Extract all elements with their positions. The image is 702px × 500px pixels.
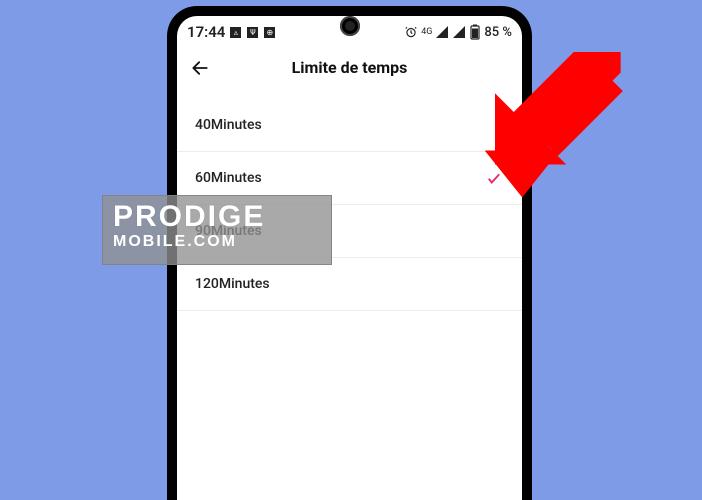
- back-arrow-icon: [190, 58, 210, 78]
- watermark-line2: MOBILE.COM: [113, 234, 321, 250]
- watermark: PRODIGE MOBILE.COM: [102, 195, 332, 265]
- option-40-minutes[interactable]: 40Minutes: [177, 99, 522, 152]
- option-label: 40Minutes: [195, 117, 262, 133]
- status-icon-usb: [247, 27, 258, 38]
- status-icon-app: [264, 27, 275, 38]
- stage: 17:44 4G: [0, 0, 702, 500]
- camera-hole: [340, 16, 360, 36]
- battery-icon: [469, 24, 481, 40]
- option-label: 120Minutes: [195, 276, 270, 292]
- header-spacer: [177, 89, 522, 99]
- back-button[interactable]: [185, 53, 215, 83]
- option-label: 60Minutes: [195, 170, 262, 186]
- annotation-arrow: [480, 52, 630, 202]
- alarm-icon: [404, 25, 418, 39]
- page-title: Limite de temps: [292, 58, 408, 77]
- status-icon-sim: [230, 27, 241, 38]
- network-label: 4G: [421, 28, 432, 37]
- signal-icon-2: [452, 26, 466, 38]
- status-time: 17:44: [187, 23, 225, 41]
- battery-text: 85 %: [484, 25, 512, 40]
- signal-icon-1: [435, 26, 449, 38]
- watermark-line1: PRODIGE: [113, 202, 321, 232]
- app-header: Limite de temps: [177, 45, 522, 89]
- option-120-minutes[interactable]: 120Minutes: [177, 258, 522, 311]
